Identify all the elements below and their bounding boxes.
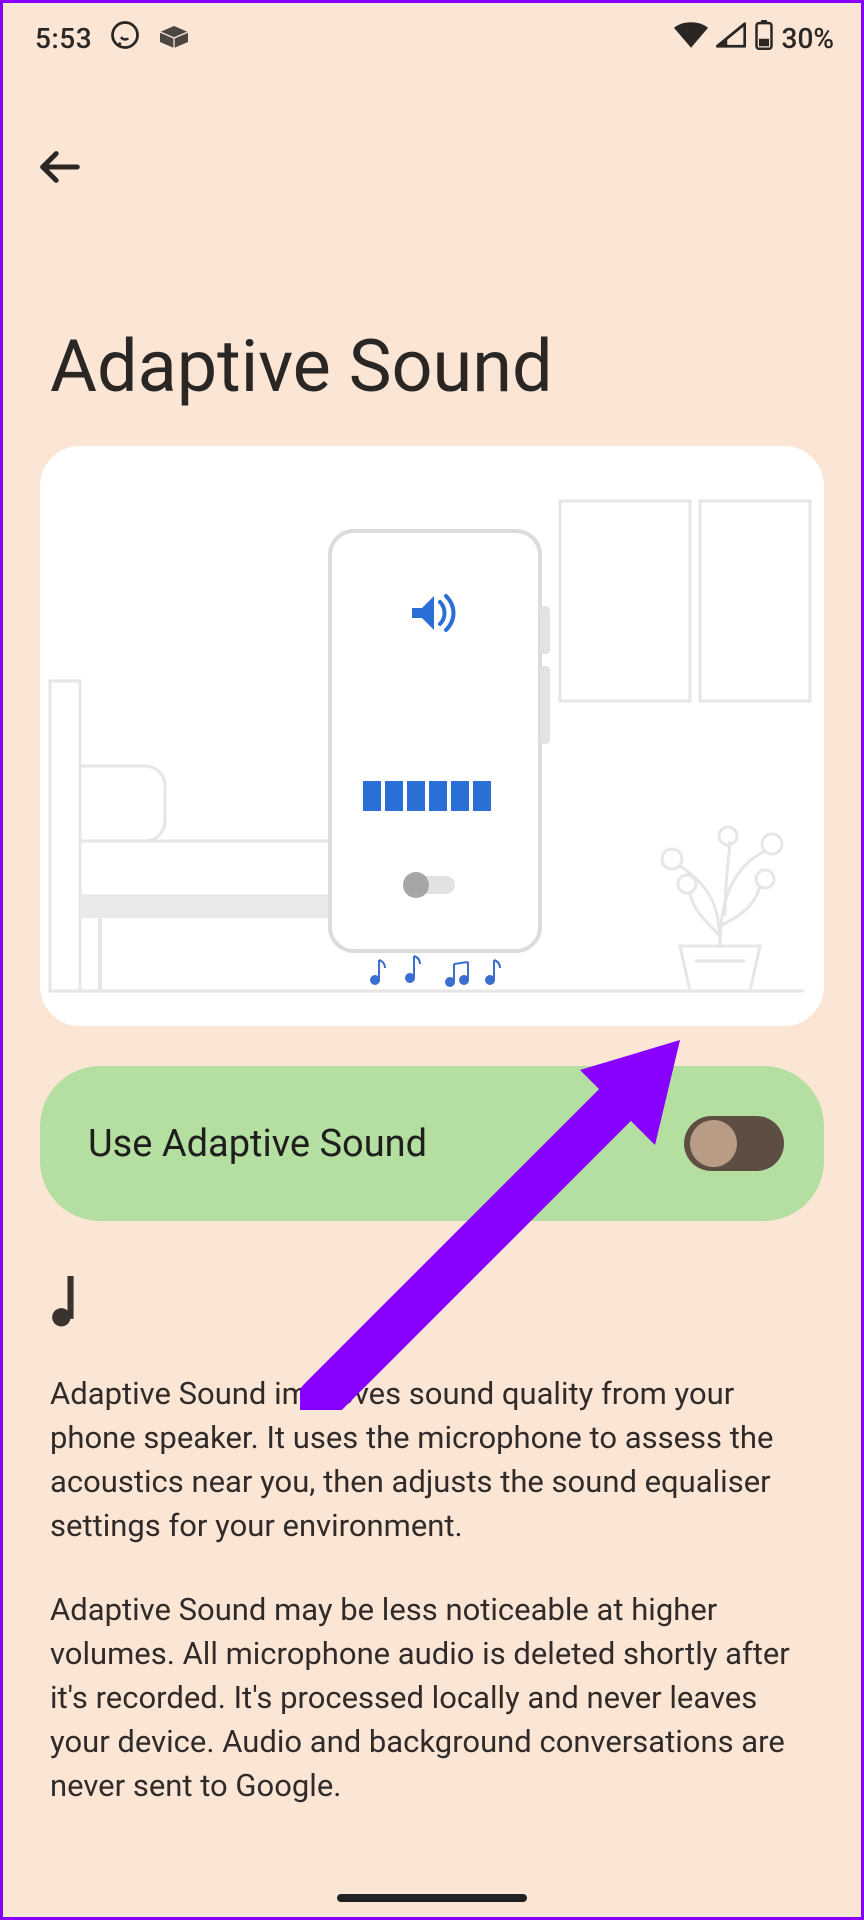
description-paragraph-1: Adaptive Sound improves sound quality fr… bbox=[50, 1372, 819, 1548]
page-title: Adaptive Sound bbox=[0, 197, 864, 446]
back-button[interactable] bbox=[30, 137, 90, 197]
status-time: 5:53 bbox=[35, 22, 92, 55]
toggle-label: Use Adaptive Sound bbox=[88, 1122, 427, 1166]
navigation-handle[interactable] bbox=[337, 1894, 527, 1902]
package-icon bbox=[158, 22, 190, 55]
status-bar: 5:53 bbox=[0, 0, 864, 67]
battery-percent: 30% bbox=[782, 22, 834, 55]
description-block: Adaptive Sound improves sound quality fr… bbox=[0, 1221, 864, 1808]
adaptive-sound-toggle-row[interactable]: Use Adaptive Sound bbox=[40, 1066, 824, 1221]
cellular-icon bbox=[716, 22, 746, 55]
illustration-card bbox=[40, 446, 824, 1026]
wifi-icon bbox=[674, 22, 708, 55]
battery-icon bbox=[754, 20, 774, 57]
whatsapp-icon bbox=[110, 20, 140, 57]
music-note-icon bbox=[50, 1276, 819, 1332]
sound-illustration bbox=[40, 446, 824, 1026]
description-paragraph-2: Adaptive Sound may be less noticeable at… bbox=[50, 1588, 819, 1808]
adaptive-sound-switch[interactable] bbox=[684, 1116, 784, 1171]
